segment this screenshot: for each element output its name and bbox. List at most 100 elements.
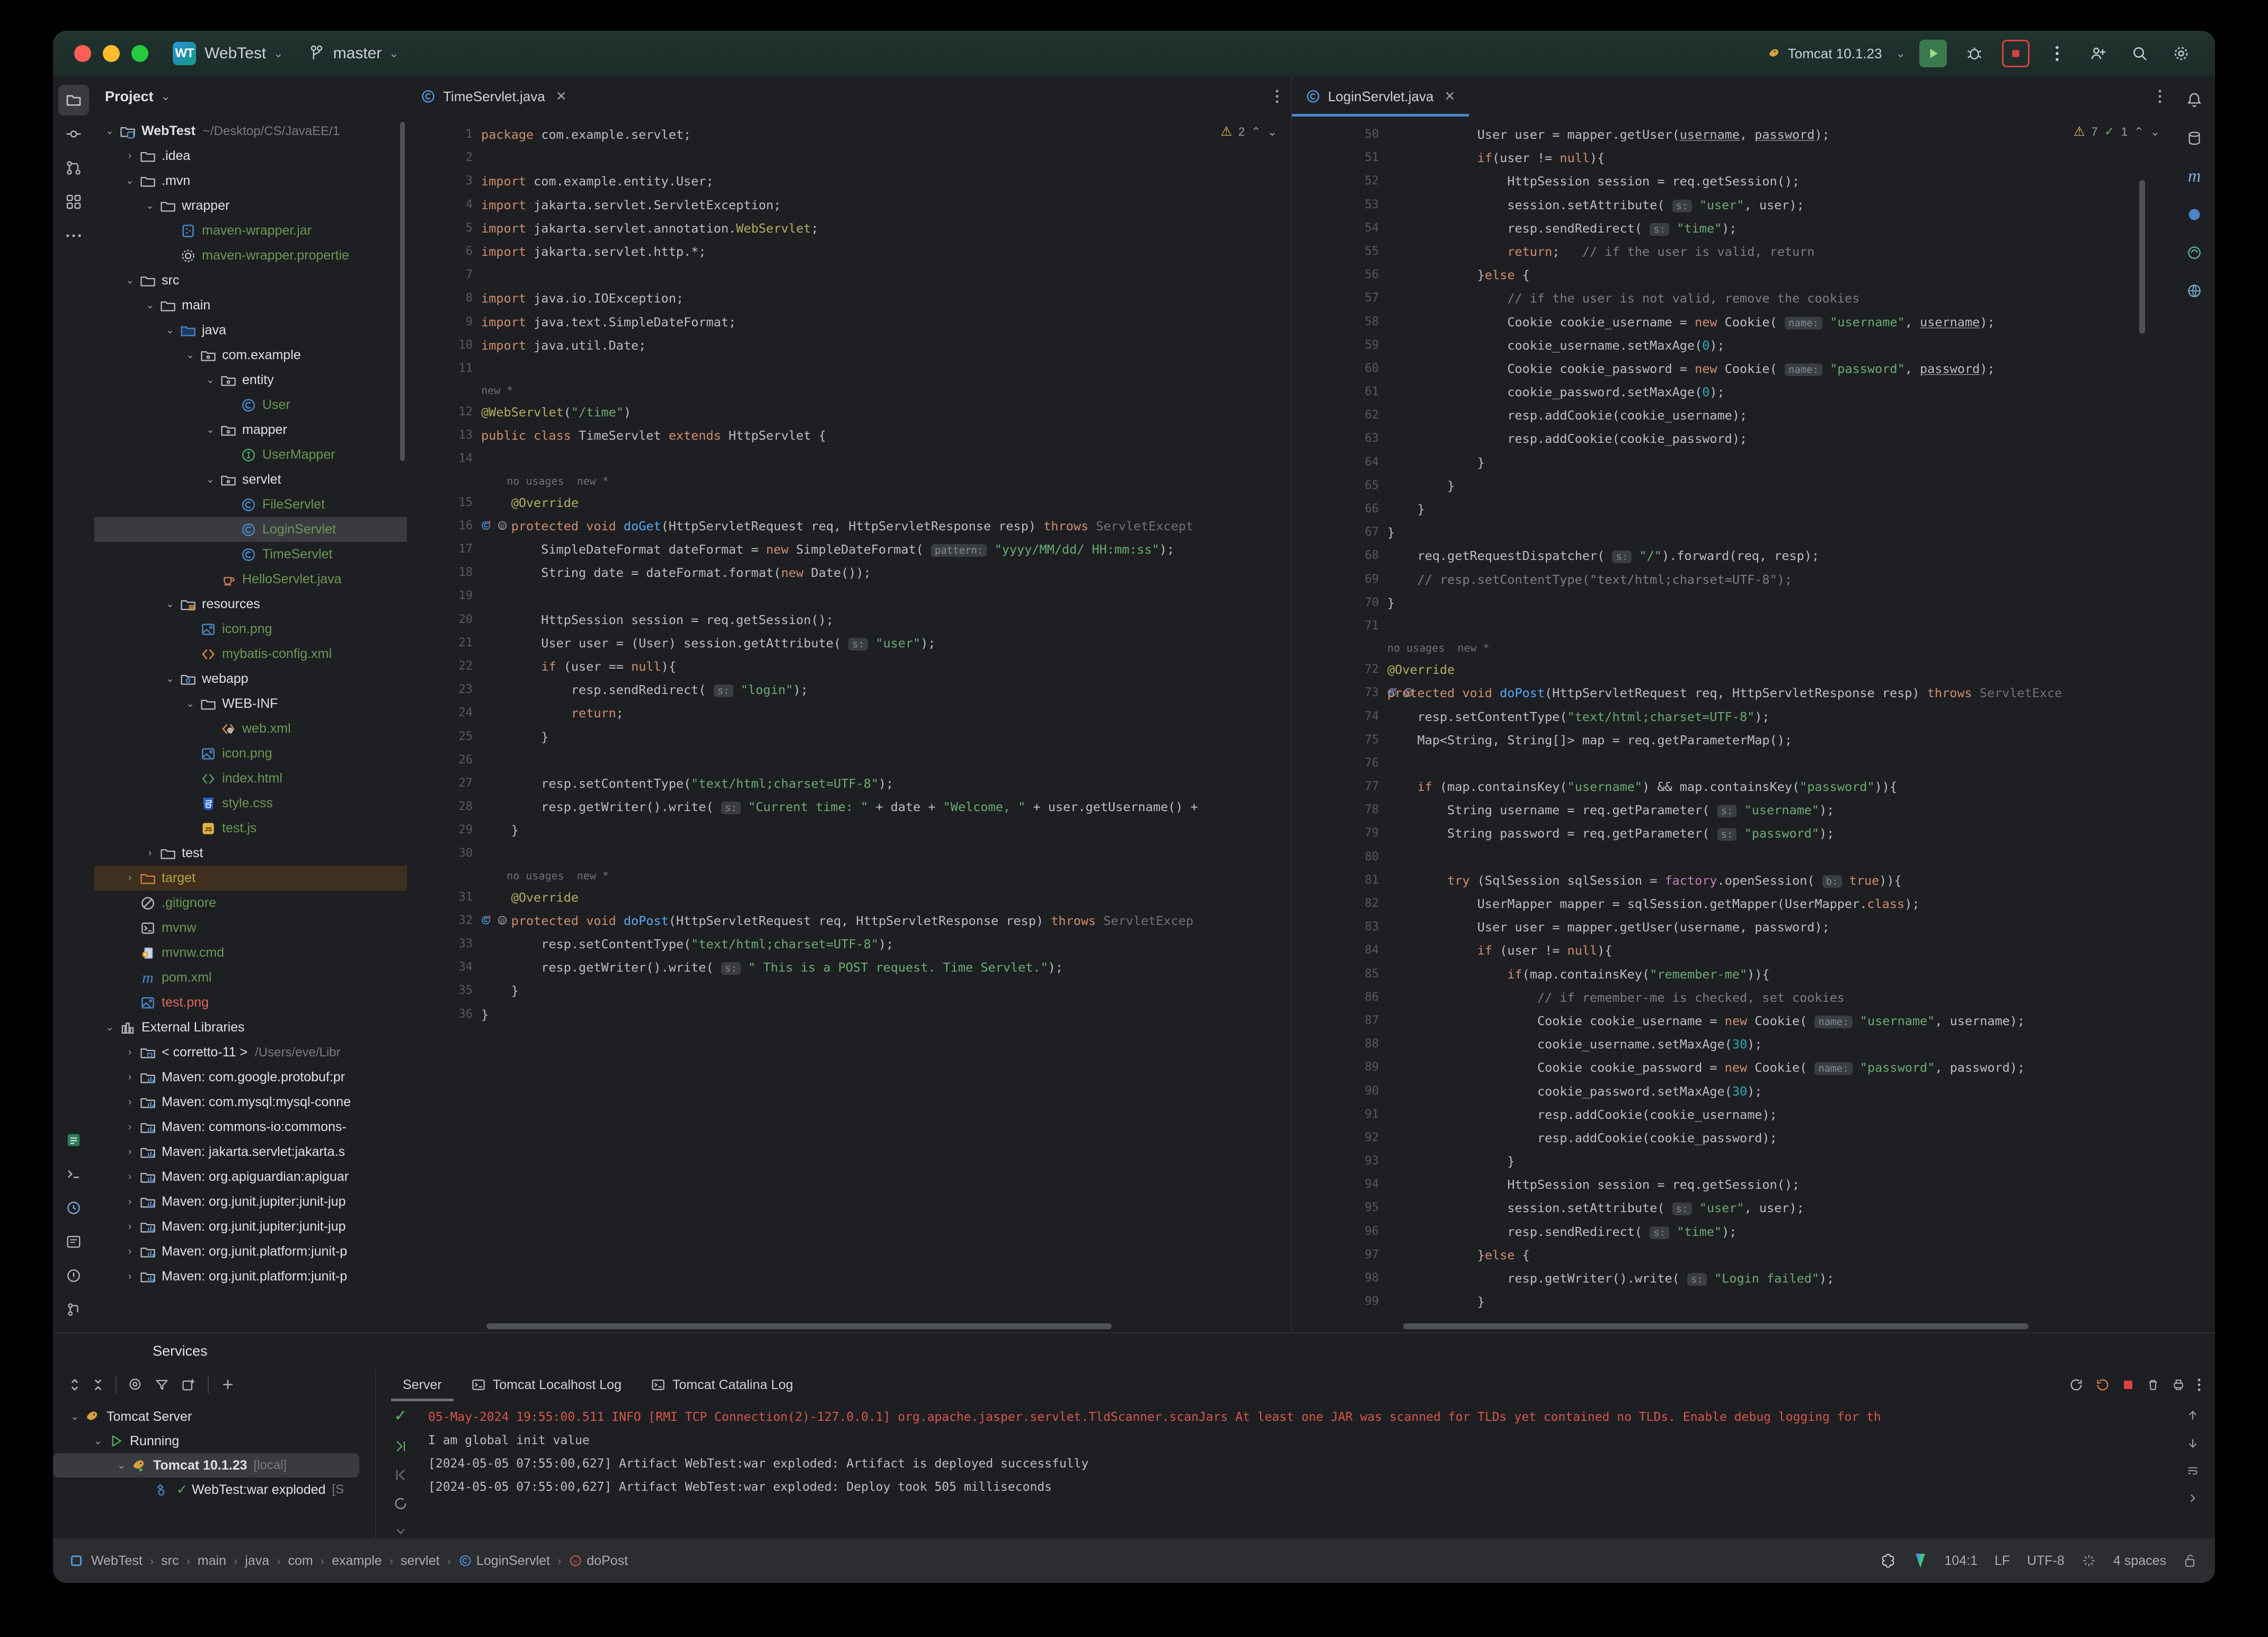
expand-collapse-icon[interactable] — [69, 1376, 81, 1393]
settings-gear-icon[interactable] — [2167, 40, 2195, 67]
code-line[interactable] — [481, 749, 1291, 772]
close-icon[interactable]: ✕ — [556, 88, 567, 104]
code-line[interactable]: UserMapper mapper = sqlSession.getMapper… — [1387, 892, 2174, 915]
tree-item-wrapper[interactable]: ⌄wrapper — [94, 193, 407, 218]
code-line[interactable]: import jakarta.servlet.http.*; — [481, 240, 1291, 263]
code-line[interactable]: } — [481, 1003, 1291, 1026]
chevron-down-icon[interactable]: ⌄ — [202, 374, 218, 386]
tree-item-maven-com-google-protobuf-pr[interactable]: ›Maven: com.google.protobuf:pr — [94, 1065, 407, 1090]
prev-problem-icon[interactable]: ⌃ — [1251, 125, 1261, 139]
window-controls[interactable] — [74, 45, 148, 62]
ai-assistant-icon[interactable] — [2179, 199, 2210, 230]
tree-item-webtest[interactable]: ⌄WebTest~/Desktop/CS/JavaEE/1 — [94, 119, 407, 144]
chevron-down-icon[interactable]: ⌄ — [182, 698, 198, 710]
chevron-down-icon[interactable]: ⌄ — [90, 1435, 106, 1447]
code-line[interactable]: cookie_username.setMaxAge(30); — [1387, 1033, 2174, 1056]
tree-item-maven-org-junit-platform-junit-p[interactable]: ›Maven: org.junit.platform:junit-p — [94, 1264, 407, 1289]
tree-item-corretto-11[interactable]: ›< corretto-11 >/Users/eve/Libr — [94, 1040, 407, 1065]
chevron-down-icon[interactable]: ⌄ — [162, 598, 178, 610]
soft-wrap-icon[interactable] — [393, 1496, 408, 1511]
file-encoding[interactable]: UTF-8 — [2027, 1553, 2065, 1569]
tree-item-src[interactable]: ⌄src — [94, 268, 407, 293]
chevron-down-icon[interactable]: ⌄ — [122, 175, 138, 187]
version-control-icon[interactable] — [58, 1294, 89, 1325]
services-tree[interactable]: ⌄Tomcat Server⌄Running⌄Tomcat 10.1.23[lo… — [53, 1401, 375, 1538]
code-line[interactable]: resp.getWriter().write( s: "Current time… — [481, 795, 1291, 818]
chevron-down-icon[interactable]: ⌄ — [102, 1021, 118, 1034]
code-line[interactable]: @Override — [481, 491, 1291, 514]
code-line[interactable]: @Override — [1387, 658, 2174, 681]
chevron-down-icon[interactable]: ⌄ — [161, 90, 171, 103]
project-name-label[interactable]: WebTest — [205, 45, 266, 63]
tree-item-helloservlet-java[interactable]: ·HelloServlet.java — [94, 567, 407, 592]
code-line[interactable]: @Override — [481, 886, 1291, 909]
code-line[interactable]: resp.getWriter().write( s: " This is a P… — [481, 956, 1291, 979]
scroll-down-icon[interactable] — [394, 1525, 407, 1538]
chevron-down-icon[interactable]: ⌄ — [113, 1460, 129, 1472]
code-line[interactable]: resp.setContentType("text/html;charset=U… — [1387, 705, 2174, 728]
code-line[interactable]: Cookie cookie_username = new Cookie( nam… — [1387, 1009, 2174, 1033]
editor-options-icon[interactable] — [1275, 76, 1291, 117]
tree-item-icon-png[interactable]: ·icon.png — [94, 741, 407, 766]
tree-item-timeservlet[interactable]: ·TimeServlet — [94, 542, 407, 567]
tree-item-webapp[interactable]: ⌄webapp — [94, 666, 407, 691]
code-line[interactable]: cookie_password.setMaxAge(0); — [1387, 380, 2174, 404]
code-line[interactable] — [481, 842, 1291, 865]
tree-item-icon-png[interactable]: ·icon.png — [94, 617, 407, 642]
rerun-icon[interactable] — [2069, 1377, 2084, 1392]
code-line[interactable]: import com.example.entity.User; — [481, 170, 1291, 193]
code-line[interactable] — [481, 447, 1291, 470]
notifications-tool-icon[interactable] — [58, 1260, 89, 1291]
line-separator[interactable]: LF — [1995, 1553, 2010, 1569]
indent-setting[interactable]: 4 spaces — [2113, 1553, 2166, 1569]
chevron-right-icon[interactable]: › — [122, 1097, 138, 1108]
code-line[interactable]: session.setAttribute( s: "user", user); — [1387, 1196, 2174, 1220]
code-with-me-icon[interactable] — [2085, 40, 2112, 67]
services-tab-tomcat-catalina-log[interactable]: Tomcat Catalina Log — [639, 1368, 805, 1401]
code-line[interactable]: } — [1387, 474, 2174, 497]
code-line[interactable]: Cookie cookie_username = new Cookie( nam… — [1387, 310, 2174, 334]
chevron-right-icon[interactable]: › — [142, 848, 158, 859]
code-line[interactable]: import java.util.Date; — [481, 334, 1291, 357]
services-tab-tomcat-localhost-log[interactable]: Tomcat Localhost Log — [459, 1368, 633, 1401]
code-line[interactable]: import jakarta.servlet.annotation.WebSer… — [481, 217, 1291, 240]
code-line[interactable]: User user = mapper.getUser(username, pas… — [1387, 123, 2174, 146]
vcs-status-icon[interactable] — [1913, 1552, 1927, 1569]
code-line[interactable]: User user = (User) session.getAttribute(… — [481, 631, 1291, 655]
prev-problem-icon[interactable]: ⌃ — [2134, 125, 2143, 139]
maximize-window-button[interactable] — [131, 45, 148, 62]
debug-button[interactable] — [1961, 40, 1988, 67]
code-line[interactable]: }else { — [1387, 1243, 2174, 1267]
code-line[interactable] — [481, 263, 1291, 287]
code-line[interactable]: protected void doPost(HttpServletRequest… — [1387, 681, 2174, 705]
terminal-tool-icon[interactable] — [58, 1159, 89, 1189]
problems-tool-icon[interactable] — [58, 1226, 89, 1257]
tree-item-maven-org-junit-jupiter-junit-jup[interactable]: ›Maven: org.junit.jupiter:junit-jup — [94, 1189, 407, 1214]
chevron-right-icon[interactable]: › — [122, 1171, 138, 1183]
filter-icon[interactable] — [155, 1377, 170, 1392]
code-line[interactable]: resp.setContentType("text/html;charset=U… — [481, 772, 1291, 795]
code-line[interactable]: session.setAttribute( s: "user", user); — [1387, 193, 2174, 217]
code-line[interactable]: } — [1387, 591, 2174, 615]
search-icon[interactable] — [2126, 40, 2154, 67]
chevron-down-icon[interactable]: ⌄ — [273, 47, 283, 60]
code-line[interactable] — [481, 146, 1291, 170]
code-line[interactable] — [1387, 752, 2174, 775]
code-area-left[interactable]: 12345678910111213141516@1718192021222324… — [407, 117, 1291, 1332]
chevron-down-icon[interactable]: ⌄ — [182, 349, 198, 361]
services-tree-item-running[interactable]: ⌄Running — [53, 1429, 375, 1453]
tree-item-usermapper[interactable]: ·UserMapper — [94, 442, 407, 467]
chevron-down-icon[interactable]: ⌄ — [202, 474, 218, 486]
services-tree-item-tomcat-10-1-23[interactable]: ⌄Tomcat 10.1.23[local] — [53, 1453, 359, 1478]
code-line[interactable]: } — [481, 818, 1291, 842]
chevron-right-icon[interactable]: › — [122, 1246, 138, 1258]
endpoints-panel-icon[interactable] — [2179, 275, 2210, 306]
console-more-icon[interactable] — [2197, 1377, 2201, 1392]
maven-panel-icon[interactable]: m — [2179, 161, 2210, 192]
scroll-down-icon[interactable] — [2186, 1436, 2200, 1450]
code-line[interactable]: protected void doGet(HttpServletRequest … — [481, 514, 1291, 538]
code-line[interactable]: if(map.containsKey("remember-me")){ — [1387, 963, 2174, 986]
chevron-right-icon[interactable]: › — [122, 1221, 138, 1233]
pull-requests-tool-icon[interactable] — [58, 153, 89, 183]
code-line[interactable]: Cookie cookie_password = new Cookie( nam… — [1387, 357, 2174, 380]
